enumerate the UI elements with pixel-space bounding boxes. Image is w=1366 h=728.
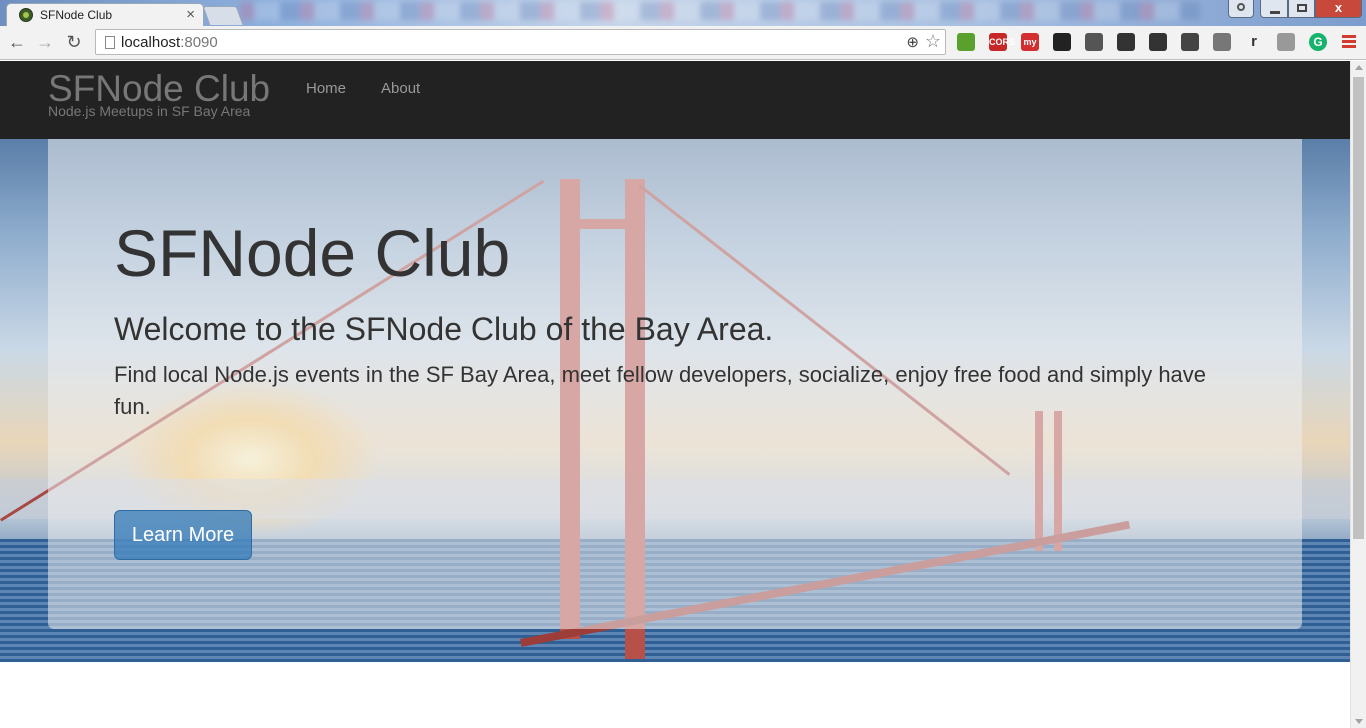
forward-arrow-icon[interactable]: → <box>34 31 56 53</box>
site-brand[interactable]: SFNode Club Node.js Meetups in SF Bay Ar… <box>48 69 270 120</box>
back-arrow-icon[interactable]: ← <box>6 31 28 53</box>
tree-extension-icon[interactable] <box>957 33 975 51</box>
site-navbar: SFNode Club Node.js Meetups in SF Bay Ar… <box>0 61 1350 139</box>
compass-extension-icon[interactable] <box>1149 33 1167 51</box>
cast-extension-icon[interactable] <box>1085 33 1103 51</box>
reload-icon[interactable]: ↻ <box>63 31 85 53</box>
scrollbar-thumb[interactable] <box>1353 77 1364 539</box>
hero-section: SFNode Club Welcome to the SFNode Club o… <box>0 139 1350 662</box>
tab-close-icon[interactable]: × <box>186 6 195 23</box>
notes-extension-icon[interactable] <box>1277 33 1295 51</box>
new-tab-button[interactable] <box>202 6 244 25</box>
copy-extension-icon[interactable] <box>1213 33 1231 51</box>
browser-tab[interactable]: SFNode Club × <box>6 3 204 26</box>
window-titlebar: SFNode Club × x <box>0 0 1366 26</box>
page-scrollbar[interactable] <box>1350 61 1366 728</box>
screen-extension-icon[interactable] <box>1117 33 1135 51</box>
owl-extension-icon[interactable] <box>1053 33 1071 51</box>
nav-link-about[interactable]: About <box>381 80 420 97</box>
browser-toolbar: ← → ↻ localhost:8090 ⊕ ☆ CORS my r G <box>0 26 1366 60</box>
minimize-button[interactable] <box>1260 0 1288 18</box>
url-port: :8090 <box>180 34 218 51</box>
page-icon <box>105 36 115 49</box>
page-viewport: SFNode Club Node.js Meetups in SF Bay Ar… <box>0 61 1350 728</box>
hero-title: SFNode Club <box>114 216 511 290</box>
scroll-up-icon[interactable] <box>1355 65 1363 70</box>
close-window-button[interactable]: x <box>1315 0 1362 18</box>
hero-headline: Welcome to the SFNode Club of the Bay Ar… <box>114 311 774 347</box>
scroll-down-icon[interactable] <box>1355 719 1363 724</box>
hero-jumbotron: SFNode Club Welcome to the SFNode Club o… <box>48 139 1302 629</box>
zoom-icon[interactable]: ⊕ <box>906 33 919 51</box>
url-host: localhost <box>121 34 181 51</box>
profile-icon[interactable] <box>1228 0 1254 18</box>
site-favicon-icon <box>19 8 33 22</box>
nav-link-home[interactable]: Home <box>306 80 346 97</box>
bookmark-star-icon[interactable]: ☆ <box>925 31 941 52</box>
brand-subtitle: Node.js Meetups in SF Bay Area <box>48 103 251 119</box>
grammarly-extension-icon[interactable]: G <box>1309 33 1327 51</box>
hero-description: Find local Node.js events in the SF Bay … <box>114 362 1207 419</box>
titlebar-background <box>240 2 1200 20</box>
maximize-button[interactable] <box>1288 0 1315 18</box>
learn-more-button[interactable]: Learn More <box>114 510 252 560</box>
evernote-extension-icon[interactable] <box>1181 33 1199 51</box>
cors-extension-icon[interactable]: CORS <box>989 33 1015 51</box>
url-text[interactable]: localhost:8090 <box>121 34 218 51</box>
chrome-menu-icon[interactable] <box>1342 35 1356 50</box>
address-bar[interactable]: localhost:8090 ⊕ ☆ <box>95 29 946 55</box>
my-extension-icon[interactable]: my <box>1021 33 1039 51</box>
r-extension-icon[interactable]: r <box>1245 33 1263 51</box>
tab-title: SFNode Club <box>40 8 113 22</box>
